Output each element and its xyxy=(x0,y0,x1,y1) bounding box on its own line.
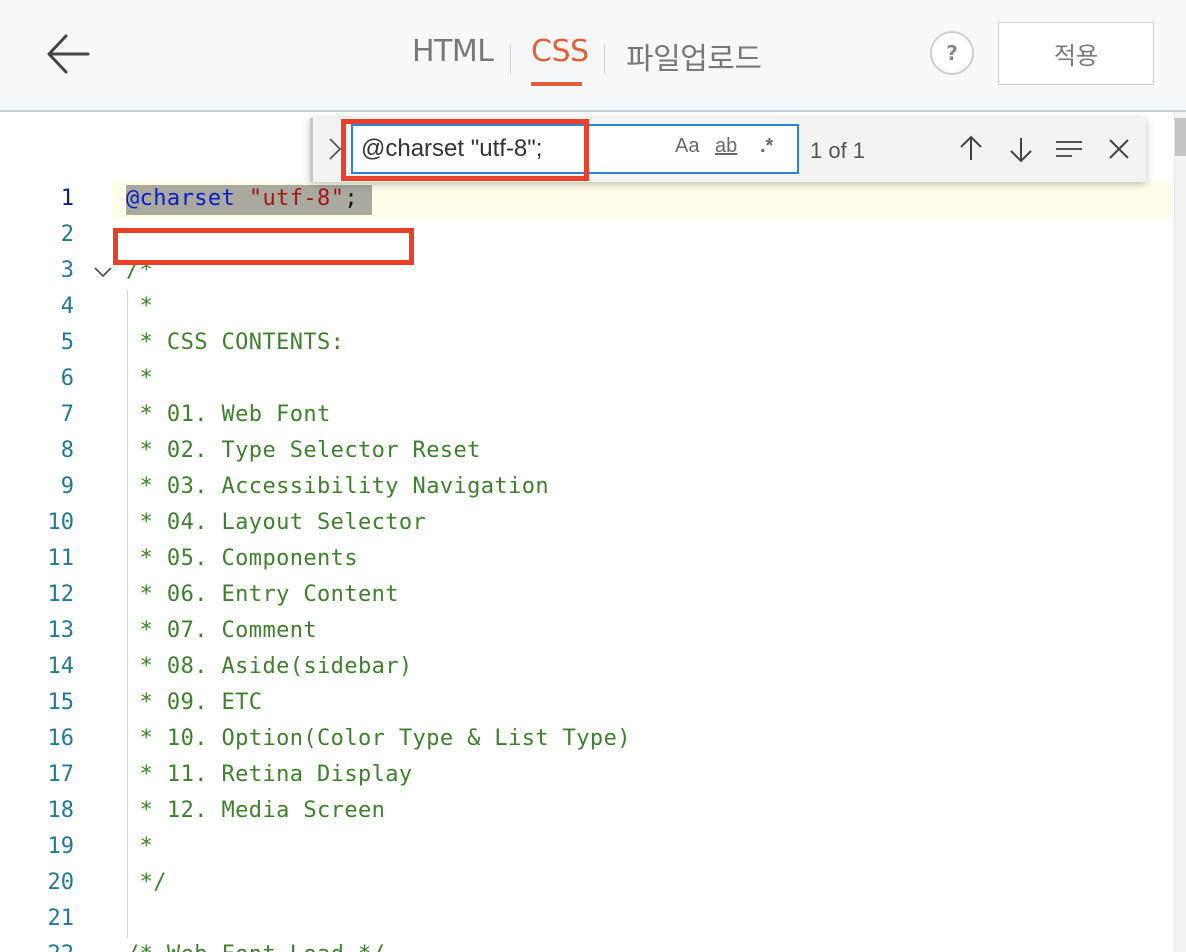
code-line: */ xyxy=(126,870,167,895)
code-line: * 02. Type Selector Reset xyxy=(126,438,481,463)
line-number: 7 xyxy=(60,402,74,427)
help-button[interactable]: ? xyxy=(930,31,974,75)
line-number: 5 xyxy=(60,330,74,355)
code-line: * 08. Aside(sidebar) xyxy=(126,654,413,679)
line-number: 15 xyxy=(47,690,75,715)
selection-lines-icon xyxy=(1056,141,1082,157)
code-line: * xyxy=(126,294,154,319)
tab-divider xyxy=(604,44,605,74)
line-number: 6 xyxy=(60,366,74,391)
apply-button[interactable]: 적용 xyxy=(998,22,1154,85)
css-punctuation: ; xyxy=(344,186,359,211)
scrollbar-thumb[interactable] xyxy=(1175,118,1186,156)
code-line: * CSS CONTENTS: xyxy=(126,330,345,355)
code-line: /* Web Font Load */ xyxy=(126,942,385,952)
active-tab-indicator xyxy=(531,82,582,86)
line-number: 19 xyxy=(47,834,75,859)
line-number: 1 xyxy=(60,186,74,211)
close-icon xyxy=(1109,139,1129,159)
code-line: * 05. Components xyxy=(126,546,358,571)
tab-file-upload[interactable]: 파일업로드 xyxy=(626,34,762,78)
line-number: 14 xyxy=(47,654,75,679)
css-string: "utf-8" xyxy=(248,186,345,211)
line-number: 9 xyxy=(60,474,74,499)
help-icon: ? xyxy=(946,41,958,65)
whole-word-toggle[interactable]: ab xyxy=(715,135,737,158)
code-line: * 07. Comment xyxy=(126,618,318,643)
arrow-up-icon xyxy=(960,135,982,160)
code-line: * xyxy=(126,834,154,859)
match-case-toggle[interactable]: Aa xyxy=(675,135,699,158)
fold-chevron-icon[interactable] xyxy=(92,260,114,282)
code-line: * 11. Retina Display xyxy=(126,762,413,787)
previous-match-button[interactable] xyxy=(955,133,987,165)
tab-html[interactable]: HTML xyxy=(412,34,494,69)
line-number: 12 xyxy=(47,582,75,607)
line-number: 18 xyxy=(47,798,75,823)
code-line: * 04. Layout Selector xyxy=(126,510,427,535)
annotation-box-find-query xyxy=(341,119,589,181)
vertical-scrollbar[interactable] xyxy=(1174,112,1186,952)
line-number: 11 xyxy=(47,546,75,571)
line-number: 16 xyxy=(47,726,75,751)
line-number: 2 xyxy=(60,222,74,247)
code-line: * 03. Accessibility Navigation xyxy=(126,474,549,499)
code-editor[interactable]: 1 2 3 4 5 6 7 8 9 10 11 12 13 14 15 16 1… xyxy=(0,112,1186,952)
code-line: * 12. Media Screen xyxy=(126,798,386,823)
line-number: 10 xyxy=(47,510,75,535)
match-count: 1 of 1 xyxy=(810,138,866,163)
find-in-selection-button[interactable] xyxy=(1053,133,1085,165)
code-line: * xyxy=(126,366,154,391)
arrow-down-icon xyxy=(1010,138,1032,163)
next-match-button[interactable] xyxy=(1005,133,1037,165)
tab-divider xyxy=(510,44,511,74)
regex-toggle[interactable]: .* xyxy=(760,135,773,158)
line-number: 21 xyxy=(47,906,75,931)
line-number: 8 xyxy=(60,438,74,463)
line-number: 4 xyxy=(60,294,74,319)
css-keyword: @charset xyxy=(126,186,236,211)
tab-css[interactable]: CSS xyxy=(531,34,589,69)
line-number: 3 xyxy=(60,258,74,283)
line-number: 13 xyxy=(47,618,75,643)
code-line: * 09. ETC xyxy=(126,690,263,715)
code-line: * 01. Web Font xyxy=(126,402,331,427)
annotation-box-empty-line xyxy=(113,228,414,265)
line-number: 22 xyxy=(0,942,75,952)
line-number: 20 xyxy=(47,870,75,895)
line-number: 17 xyxy=(47,762,75,787)
close-find-button[interactable] xyxy=(1103,133,1135,165)
code-line: * 10. Option(Color Type & List Type) xyxy=(126,726,631,751)
code-line: * 06. Entry Content xyxy=(126,582,399,607)
editor-header: HTML CSS 파일업로드 ? 적용 xyxy=(0,0,1186,112)
code-line: @charset "utf-8"; xyxy=(126,186,358,211)
